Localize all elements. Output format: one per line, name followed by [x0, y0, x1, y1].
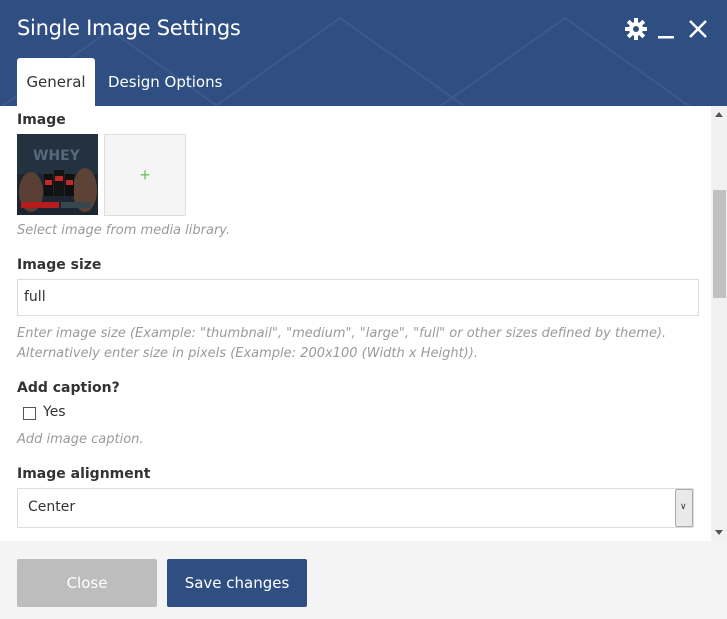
- svg-text:WHEY: WHEY: [33, 148, 81, 164]
- tab-design-options[interactable]: Design Options: [108, 58, 222, 106]
- image-help-text: Select image from media library.: [17, 223, 231, 238]
- save-changes-button[interactable]: Save changes: [167, 559, 307, 607]
- image-size-help-line1: Enter image size (Example: "thumbnail", …: [17, 326, 667, 341]
- scroll-up-icon[interactable]: [715, 112, 723, 117]
- add-caption-label: Add caption?: [17, 380, 120, 396]
- image-size-help-line2: Alternatively enter size in pixels (Exam…: [17, 346, 478, 361]
- minimize-icon[interactable]: [655, 17, 679, 41]
- close-icon[interactable]: [686, 17, 710, 41]
- image-alignment-select[interactable]: Center ∨: [17, 488, 694, 528]
- gear-icon[interactable]: [624, 17, 648, 41]
- image-thumbnail[interactable]: WHEY: [17, 134, 98, 215]
- caption-checkbox[interactable]: [23, 407, 36, 420]
- add-image-button[interactable]: +: [104, 134, 186, 216]
- image-size-label: Image size: [17, 257, 102, 273]
- image-alignment-label: Image alignment: [17, 466, 151, 482]
- chevron-down-icon: ∨: [680, 502, 687, 512]
- select-arrow[interactable]: ∨: [675, 489, 693, 527]
- caption-checkbox-label[interactable]: Yes: [43, 404, 66, 420]
- scroll-down-icon[interactable]: [715, 530, 723, 535]
- image-label: Image: [17, 112, 66, 128]
- dialog-header: Single Image Settings General Design Opt…: [0, 0, 727, 106]
- dialog-footer: Close Save changes: [0, 541, 727, 619]
- image-alignment-value: Center: [28, 499, 76, 515]
- settings-panel: Image WHEY + Select image from media lib…: [0, 106, 711, 541]
- close-button[interactable]: Close: [17, 559, 157, 607]
- content-scrollbar[interactable]: [711, 106, 727, 541]
- tab-general[interactable]: General: [17, 58, 95, 106]
- caption-help-text: Add image caption.: [17, 432, 144, 447]
- scroll-thumb[interactable]: [713, 190, 726, 298]
- dialog-title: Single Image Settings: [17, 16, 241, 40]
- image-size-input[interactable]: full: [17, 279, 699, 316]
